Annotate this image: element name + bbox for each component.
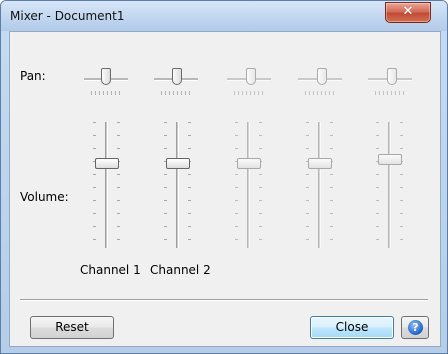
pan-slider-channel-4[interactable] — [317, 68, 327, 85]
volume-slider-channel-1[interactable] — [95, 158, 119, 169]
volume-ticks — [259, 122, 262, 252]
pan-label: Pan: — [20, 69, 46, 83]
volume-slider-channel-5[interactable] — [378, 154, 402, 165]
volume-ticks — [400, 122, 403, 252]
volume-track — [388, 122, 391, 248]
pan-slider-channel-5[interactable] — [387, 68, 397, 85]
help-button[interactable]: ? — [401, 316, 429, 339]
pan-slider-channel-2[interactable] — [172, 68, 182, 85]
volume-slider-channel-4[interactable] — [308, 158, 332, 169]
channel-name: Channel 1 — [80, 263, 141, 277]
reset-button[interactable]: Reset — [30, 316, 114, 339]
window-title: Mixer - Document1 — [10, 9, 125, 23]
pan-ticks — [234, 91, 264, 95]
title-bar[interactable]: Mixer - Document1 ✕ — [1, 1, 447, 31]
volume-ticks — [117, 122, 120, 252]
volume-ticks — [330, 122, 333, 252]
volume-label: Volume: — [20, 190, 69, 204]
volume-ticks — [235, 122, 238, 252]
volume-ticks — [376, 122, 379, 252]
volume-ticks — [188, 122, 191, 252]
volume-slider-channel-3[interactable] — [237, 158, 261, 169]
help-icon: ? — [408, 320, 423, 335]
window-close-button[interactable]: ✕ — [385, 2, 431, 23]
close-icon: ✕ — [402, 4, 414, 19]
pan-ticks — [375, 91, 405, 95]
volume-ticks — [306, 122, 309, 252]
mixer-panel: Pan: Volume: Channel 1 Channel 2 Reset C… — [9, 31, 441, 347]
volume-slider-channel-2[interactable] — [166, 158, 190, 169]
pan-slider-channel-1[interactable] — [101, 68, 111, 85]
channel-name: Channel 2 — [150, 263, 211, 277]
pan-ticks — [305, 91, 335, 95]
mixer-window: Mixer - Document1 ✕ Pan: Volume: Channel… — [0, 0, 448, 354]
pan-ticks — [161, 91, 191, 95]
volume-track — [247, 122, 250, 248]
volume-ticks — [93, 122, 96, 252]
volume-ticks — [164, 122, 167, 252]
volume-track — [176, 122, 179, 248]
volume-track — [318, 122, 321, 248]
pan-ticks — [91, 91, 121, 95]
close-button[interactable]: Close — [310, 316, 394, 339]
pan-slider-channel-3[interactable] — [246, 68, 256, 85]
separator — [20, 299, 428, 301]
volume-track — [105, 122, 108, 248]
